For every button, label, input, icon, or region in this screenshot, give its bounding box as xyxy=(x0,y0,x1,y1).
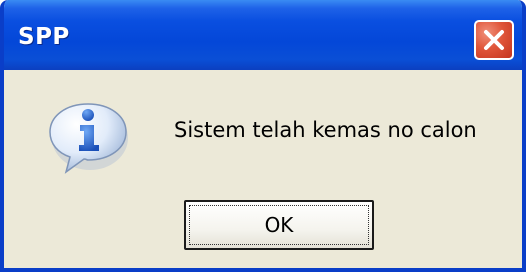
ok-button[interactable]: OK xyxy=(184,200,374,250)
ok-button-label: OK xyxy=(264,213,294,237)
dialog-body: Sistem telah kemas no calon OK xyxy=(4,70,522,268)
message-dialog: SPP Sistem telah kemas no calon OK xyxy=(0,0,526,272)
information-icon xyxy=(49,103,128,174)
title-bar[interactable]: SPP xyxy=(4,0,522,70)
close-button[interactable] xyxy=(474,20,514,60)
window-title: SPP xyxy=(18,24,70,50)
close-icon xyxy=(484,30,504,50)
message-text: Sistem telah kemas no calon xyxy=(174,118,477,142)
